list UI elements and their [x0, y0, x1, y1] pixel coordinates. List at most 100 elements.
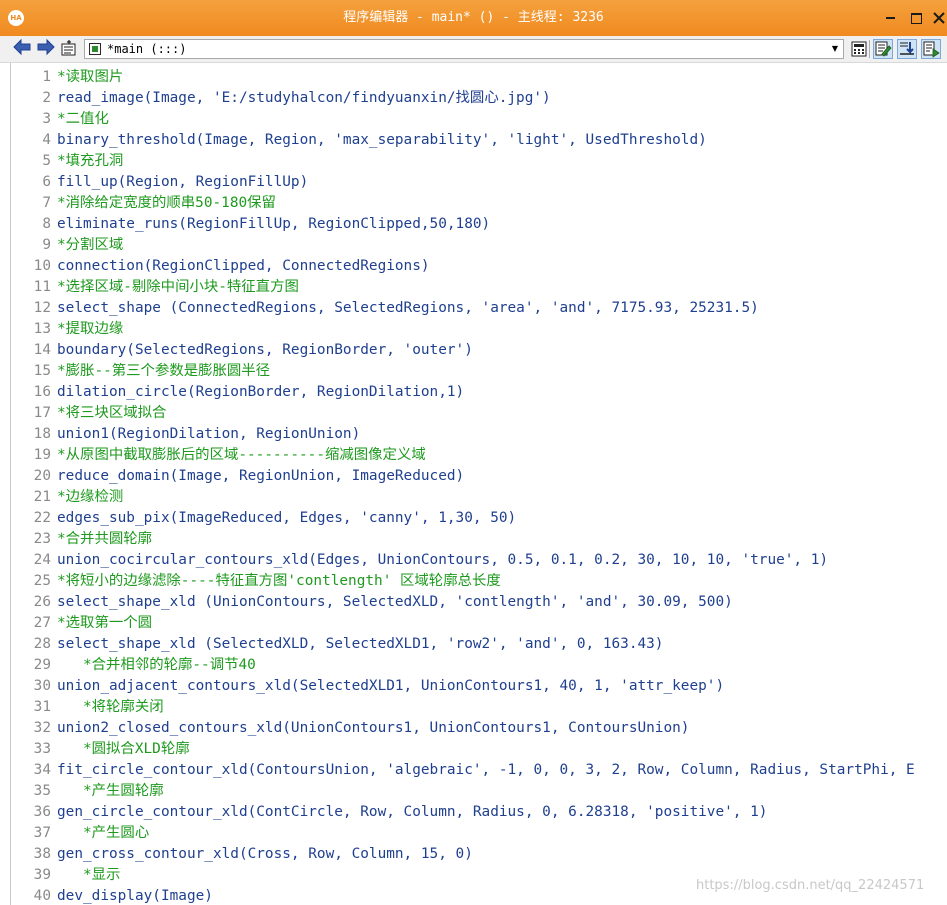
- procedure-selector-value: *main (:::): [107, 42, 187, 56]
- code-line[interactable]: 2 read_image(Image, 'E:/studyhalcon/findy…: [11, 88, 947, 109]
- code-line[interactable]: 37 *产生圆心: [11, 823, 947, 844]
- code-text: reduce_domain(Image, RegionUnion, ImageR…: [57, 468, 465, 484]
- comment-text: *合并相邻的轮廓--调节40: [57, 657, 256, 673]
- comment-text: *提取边缘: [57, 321, 124, 337]
- code-line[interactable]: 12 select_shape (ConnectedRegions, Select…: [11, 298, 947, 319]
- code-line[interactable]: 21 *边缘检测: [11, 487, 947, 508]
- code-line[interactable]: 11 *选择区域-剔除中间小块-特征直方图: [11, 277, 947, 298]
- comment-text: *膨胀--第三个参数是膨胀圆半径: [57, 363, 271, 379]
- code-line[interactable]: 20 reduce_domain(Image, RegionUnion, Imag…: [11, 466, 947, 487]
- code-line[interactable]: 8 eliminate_runs(RegionFillUp, RegionClip…: [11, 214, 947, 235]
- line-number: 15: [33, 363, 51, 379]
- line-number: 36: [33, 804, 51, 820]
- comment-text: *将短小的边缘滤除----特征直方图'contlength' 区域轮廓总长度: [57, 573, 501, 589]
- step-into-icon[interactable]: [897, 39, 917, 59]
- comment-text: *合并共圆轮廓: [57, 531, 153, 547]
- code-line[interactable]: 25 *将短小的边缘滤除----特征直方图'contlength' 区域轮廓总长度: [11, 571, 947, 592]
- code-line[interactable]: 17 *将三块区域拟合: [11, 403, 947, 424]
- code-line[interactable]: 38 gen_cross_contour_xld(Cross, Row, Colu…: [11, 844, 947, 865]
- line-number: 32: [33, 720, 51, 736]
- line-number: 37: [33, 825, 51, 841]
- dropdown-arrow-icon[interactable]: ▼: [829, 40, 841, 58]
- program-editor-window: HA 程序编辑器 - main* () - 主线程: 3236 *main (:…: [0, 0, 947, 905]
- code-editor[interactable]: 1 *读取图片 2 read_image(Image, 'E:/studyhalcon…: [10, 63, 947, 905]
- code-line[interactable]: 24 union_cocircular_contours_xld(Edges, U…: [11, 550, 947, 571]
- code-line[interactable]: 4 binary_threshold(Image, Region, 'max_se…: [11, 130, 947, 151]
- window-title: 程序编辑器 - main* () - 主线程: 3236: [343, 10, 604, 25]
- forward-arrow-icon[interactable]: [36, 38, 56, 59]
- code-text: dilation_circle(RegionBorder, RegionDila…: [57, 384, 465, 400]
- comment-text: *填充孔洞: [57, 153, 124, 169]
- line-number: 4: [42, 132, 51, 148]
- line-number: 3: [42, 111, 51, 127]
- code-line[interactable]: 28 select_shape_xld (SelectedXLD, Selecte…: [11, 634, 947, 655]
- minimize-button[interactable]: [880, 8, 900, 28]
- code-line[interactable]: 29 *合并相邻的轮廓--调节40: [11, 655, 947, 676]
- comment-text: *选择区域-剔除中间小块-特征直方图: [57, 279, 299, 295]
- minimize-icon: [885, 17, 895, 19]
- code-line[interactable]: 27 *选取第一个圆: [11, 613, 947, 634]
- line-number: 25: [33, 573, 51, 589]
- line-number: 20: [33, 468, 51, 484]
- back-arrow-icon[interactable]: [12, 38, 32, 59]
- comment-text: *二值化: [57, 111, 109, 127]
- line-number: 24: [33, 552, 51, 568]
- line-number: 28: [33, 636, 51, 652]
- title-bar[interactable]: HA 程序编辑器 - main* () - 主线程: 3236: [0, 0, 947, 36]
- code-text: select_shape_xld (SelectedXLD, SelectedX…: [57, 636, 664, 652]
- code-line[interactable]: 1 *读取图片: [11, 67, 947, 88]
- code-line[interactable]: 14 boundary(SelectedRegions, RegionBorder…: [11, 340, 947, 361]
- line-number: 19: [33, 447, 51, 463]
- code-text: binary_threshold(Image, Region, 'max_sep…: [57, 132, 707, 148]
- code-text: select_shape_xld (UnionContours, Selecte…: [57, 594, 733, 610]
- code-line[interactable]: 23 *合并共圆轮廓: [11, 529, 947, 550]
- code-line[interactable]: 30 union_adjacent_contours_xld(SelectedXL…: [11, 676, 947, 697]
- comment-text: *边缘检测: [57, 489, 124, 505]
- run-to-icon[interactable]: [921, 39, 941, 59]
- code-line[interactable]: 10 connection(RegionClipped, ConnectedReg…: [11, 256, 947, 277]
- comment-text: *读取图片: [57, 69, 124, 85]
- code-line[interactable]: 36 gen_circle_contour_xld(ContCircle, Row…: [11, 802, 947, 823]
- code-line[interactable]: 22 edges_sub_pix(ImageReduced, Edges, 'ca…: [11, 508, 947, 529]
- code-line[interactable]: 3 *二值化: [11, 109, 947, 130]
- comment-text: *消除给定宽度的顺串50-180保留: [57, 195, 276, 211]
- code-line[interactable]: 34 fit_circle_contour_xld(ContoursUnion, …: [11, 760, 947, 781]
- procedure-selector[interactable]: *main (:::) ▼: [84, 39, 844, 59]
- code-line[interactable]: 19 *从原图中截取膨胀后的区域----------缩减图像定义域: [11, 445, 947, 466]
- maximize-button[interactable]: [906, 8, 926, 28]
- code-line[interactable]: 35 *产生圆轮廓: [11, 781, 947, 802]
- code-line[interactable]: 33 *圆拟合XLD轮廓: [11, 739, 947, 760]
- procedure-icon: [89, 43, 101, 55]
- line-number: 21: [33, 489, 51, 505]
- code-line[interactable]: 16 dilation_circle(RegionBorder, RegionDi…: [11, 382, 947, 403]
- code-line[interactable]: 5 *填充孔洞: [11, 151, 947, 172]
- code-line[interactable]: 18 union1(RegionDilation, RegionUnion): [11, 424, 947, 445]
- line-number: 34: [33, 762, 51, 778]
- line-number: 7: [42, 195, 51, 211]
- code-text: union2_closed_contours_xld(UnionContours…: [57, 720, 690, 736]
- edit-program-icon[interactable]: [873, 39, 893, 59]
- code-line[interactable]: 9 *分割区域: [11, 235, 947, 256]
- line-number: 8: [42, 216, 51, 232]
- calculator-icon[interactable]: [849, 39, 869, 59]
- line-number: 13: [33, 321, 51, 337]
- code-line[interactable]: 32 union2_closed_contours_xld(UnionContou…: [11, 718, 947, 739]
- code-line[interactable]: 15 *膨胀--第三个参数是膨胀圆半径: [11, 361, 947, 382]
- procedure-navigation-icon[interactable]: [59, 39, 79, 59]
- line-number: 29: [33, 657, 51, 673]
- line-number: 2: [42, 90, 51, 106]
- code-text: edges_sub_pix(ImageReduced, Edges, 'cann…: [57, 510, 517, 526]
- line-number: 38: [33, 846, 51, 862]
- code-line[interactable]: 31 *将轮廓关闭: [11, 697, 947, 718]
- line-number: 33: [33, 741, 51, 757]
- code-line[interactable]: 13 *提取边缘: [11, 319, 947, 340]
- watermark: https://blog.csdn.net/qq_22424571: [696, 878, 925, 893]
- line-number: 14: [33, 342, 51, 358]
- close-button[interactable]: [930, 8, 947, 28]
- code-text: gen_circle_contour_xld(ContCircle, Row, …: [57, 804, 768, 820]
- line-number: 12: [33, 300, 51, 316]
- code-line[interactable]: 7 *消除给定宽度的顺串50-180保留: [11, 193, 947, 214]
- code-line[interactable]: 26 select_shape_xld (UnionContours, Selec…: [11, 592, 947, 613]
- code-text: union_cocircular_contours_xld(Edges, Uni…: [57, 552, 829, 568]
- code-line[interactable]: 6 fill_up(Region, RegionFillUp): [11, 172, 947, 193]
